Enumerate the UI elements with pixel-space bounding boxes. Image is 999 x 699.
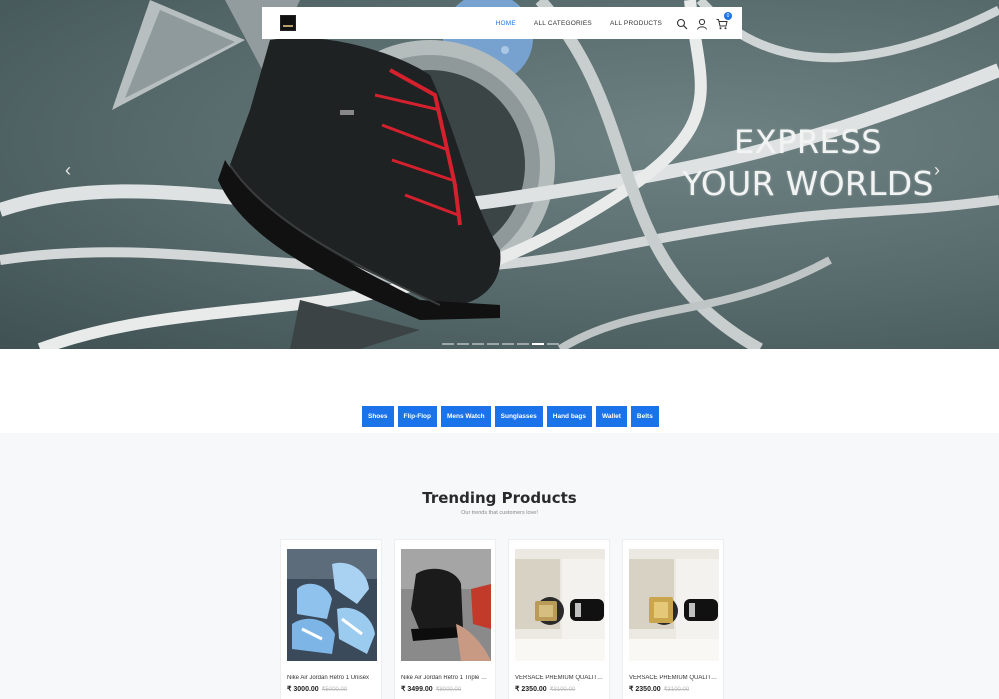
product-price: ₹ 2350.00 ₹3100.00 [629, 685, 689, 693]
product-price: ₹ 3000.00 ₹5000.00 [287, 685, 347, 693]
product-mrp: ₹5000.00 [321, 687, 348, 693]
section-title: Trending Products [422, 489, 577, 507]
nav-link-home[interactable]: HOME [496, 20, 516, 27]
hero-carousel: EXPRESS YOUR WORLDS ‹ › [0, 0, 999, 349]
product-image[interactable] [401, 549, 491, 661]
product-sale-price: ₹ 2350.00 [515, 686, 547, 693]
product-image[interactable] [287, 549, 377, 661]
category-button-belts[interactable]: Belts [630, 406, 659, 427]
hero-headline-line1: EXPRESS [733, 123, 882, 161]
product-sale-price: ₹ 2350.00 [629, 686, 661, 693]
carousel-indicator[interactable] [547, 343, 559, 345]
cart-count-badge: 0 [724, 12, 732, 20]
category-button-wallet[interactable]: Wallet [596, 406, 627, 427]
product-card[interactable]: Nike Air Jordan Retro 1 Unisex ₹ 3000.00… [280, 539, 382, 699]
search-icon[interactable] [676, 17, 688, 30]
category-button-mens-watch[interactable]: Mens Watch [440, 406, 491, 427]
product-name[interactable]: VERSACE PREMIUM QUALITY BELT [515, 675, 605, 681]
product-name[interactable]: VERSACE PREMIUM QUALITY BELT [629, 675, 719, 681]
category-button-flip-flop[interactable]: Flip-Flop [397, 406, 437, 427]
carousel-prev-button[interactable]: ‹ [60, 160, 76, 180]
category-buttons: Shoes Flip-Flop Mens Watch Sunglasses Ha… [362, 406, 659, 427]
section-subtitle: Our trends that customers love! [461, 510, 538, 516]
carousel-indicator-active[interactable] [532, 343, 544, 345]
nav-icons: 0 [676, 12, 732, 30]
chevron-right-icon: › [934, 160, 940, 180]
user-icon[interactable] [696, 17, 708, 30]
brand-logo[interactable] [280, 15, 296, 31]
nav-link-all-products[interactable]: ALL PRODUCTS [610, 20, 662, 27]
nav-links: HOME ALL CATEGORIES ALL PRODUCTS [496, 20, 662, 27]
product-mrp: ₹8000.00 [435, 687, 462, 693]
product-grid: Nike Air Jordan Retro 1 Unisex ₹ 3000.00… [280, 539, 724, 699]
product-name[interactable]: Nike Air Jordan Retro 1 Triple Black [401, 675, 491, 681]
hero-headline: EXPRESS YOUR WORLDS [668, 126, 948, 200]
product-sale-price: ₹ 3000.00 [287, 686, 319, 693]
product-name[interactable]: Nike Air Jordan Retro 1 Unisex [287, 675, 377, 681]
product-price: ₹ 2350.00 ₹3100.00 [515, 685, 575, 693]
product-mrp: ₹3100.00 [663, 687, 690, 693]
product-card[interactable]: Nike Air Jordan Retro 1 Triple Black ₹ 3… [394, 539, 496, 699]
product-image[interactable] [629, 549, 719, 661]
chevron-left-icon: ‹ [65, 160, 71, 180]
nav-link-all-categories[interactable]: ALL CATEGORIES [534, 20, 592, 27]
product-mrp: ₹3100.00 [549, 687, 576, 693]
carousel-indicators [442, 343, 559, 345]
carousel-indicator[interactable] [487, 343, 499, 345]
hero-headline-line2: YOUR WORLDS [682, 164, 934, 203]
product-card[interactable]: VERSACE PREMIUM QUALITY BELT ₹ 2350.00₹3… [508, 539, 610, 699]
product-sale-price: ₹ 3499.00 [401, 686, 433, 693]
carousel-indicator[interactable] [502, 343, 514, 345]
carousel-indicator[interactable] [457, 343, 469, 345]
top-navbar: HOME ALL CATEGORIES ALL PRODUCTS 0 [262, 7, 742, 39]
cart-icon[interactable]: 0 [716, 12, 732, 30]
carousel-indicator[interactable] [517, 343, 529, 345]
category-button-shoes[interactable]: Shoes [362, 406, 394, 427]
product-image[interactable] [515, 549, 605, 661]
product-price: ₹ 3499.00 ₹8000.00 [401, 685, 461, 693]
carousel-indicator[interactable] [442, 343, 454, 345]
category-button-sunglasses[interactable]: Sunglasses [494, 406, 543, 427]
carousel-next-button[interactable]: › [929, 160, 945, 180]
carousel-indicator[interactable] [472, 343, 484, 345]
product-card[interactable]: VERSACE PREMIUM QUALITY BELT ₹ 2350.00₹3… [622, 539, 724, 699]
category-button-hand-bags[interactable]: Hand bags [546, 406, 593, 427]
